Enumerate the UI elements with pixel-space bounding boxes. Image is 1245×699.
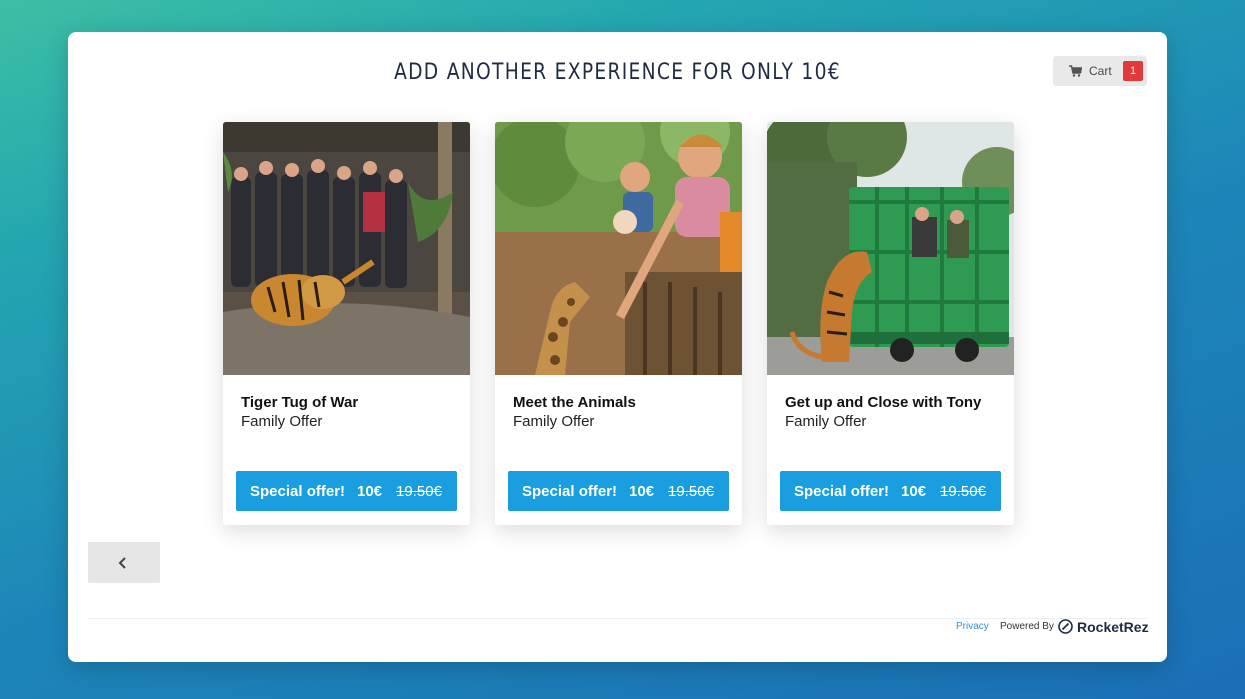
cart-icon xyxy=(1069,65,1082,77)
offer-label: Special offer! xyxy=(250,483,346,500)
footer-divider xyxy=(88,618,1147,619)
chevron-left-icon xyxy=(118,557,126,569)
cart-button[interactable]: Cart 1 xyxy=(1053,56,1147,86)
special-offer-button[interactable]: Special offer! 10€ 19.50€ xyxy=(780,471,1001,511)
card-title: Get up and Close with Tony xyxy=(785,394,982,411)
privacy-link[interactable]: Privacy xyxy=(956,621,989,632)
cart-count-badge: 1 xyxy=(1123,61,1143,81)
card-subtitle: Family Offer xyxy=(785,413,867,430)
card-subtitle: Family Offer xyxy=(241,413,323,430)
previous-button[interactable] xyxy=(88,542,160,583)
experience-card-get-up-and-close-with-tony[interactable]: Get up and Close with Tony Family Offer … xyxy=(767,122,1014,525)
card-subtitle: Family Offer xyxy=(513,413,595,430)
original-price: 19.50€ xyxy=(940,483,986,500)
special-offer-button[interactable]: Special offer! 10€ 19.50€ xyxy=(508,471,729,511)
offer-label: Special offer! xyxy=(522,483,618,500)
rocketrez-brand: RocketRez xyxy=(1077,619,1149,635)
offer-price: 10€ xyxy=(629,483,655,500)
giraffe-feeding-photo xyxy=(495,122,742,375)
experience-card-meet-the-animals[interactable]: Meet the Animals Family Offer Special of… xyxy=(495,122,742,525)
card-title: Meet the Animals xyxy=(513,394,636,411)
page-title: ADD ANOTHER EXPERIENCE FOR ONLY 10€ xyxy=(394,60,841,85)
experience-card-tiger-tug-of-war[interactable]: Tiger Tug of War Family Offer Special of… xyxy=(223,122,470,525)
offer-label: Special offer! xyxy=(794,483,890,500)
tiger-crowd-photo xyxy=(223,122,470,375)
offer-price: 10€ xyxy=(357,483,383,500)
original-price: 19.50€ xyxy=(668,483,714,500)
powered-by-label: Powered By xyxy=(1000,621,1054,632)
rocketrez-logo-icon xyxy=(1058,619,1073,634)
special-offer-button[interactable]: Special offer! 10€ 19.50€ xyxy=(236,471,457,511)
offer-price: 10€ xyxy=(901,483,927,500)
original-price: 19.50€ xyxy=(396,483,442,500)
upsell-panel: ADD ANOTHER EXPERIENCE FOR ONLY 10€ Cart… xyxy=(68,32,1167,662)
card-title: Tiger Tug of War xyxy=(241,394,359,411)
cart-label: Cart xyxy=(1089,64,1112,78)
tiger-truck-photo xyxy=(767,122,1014,375)
